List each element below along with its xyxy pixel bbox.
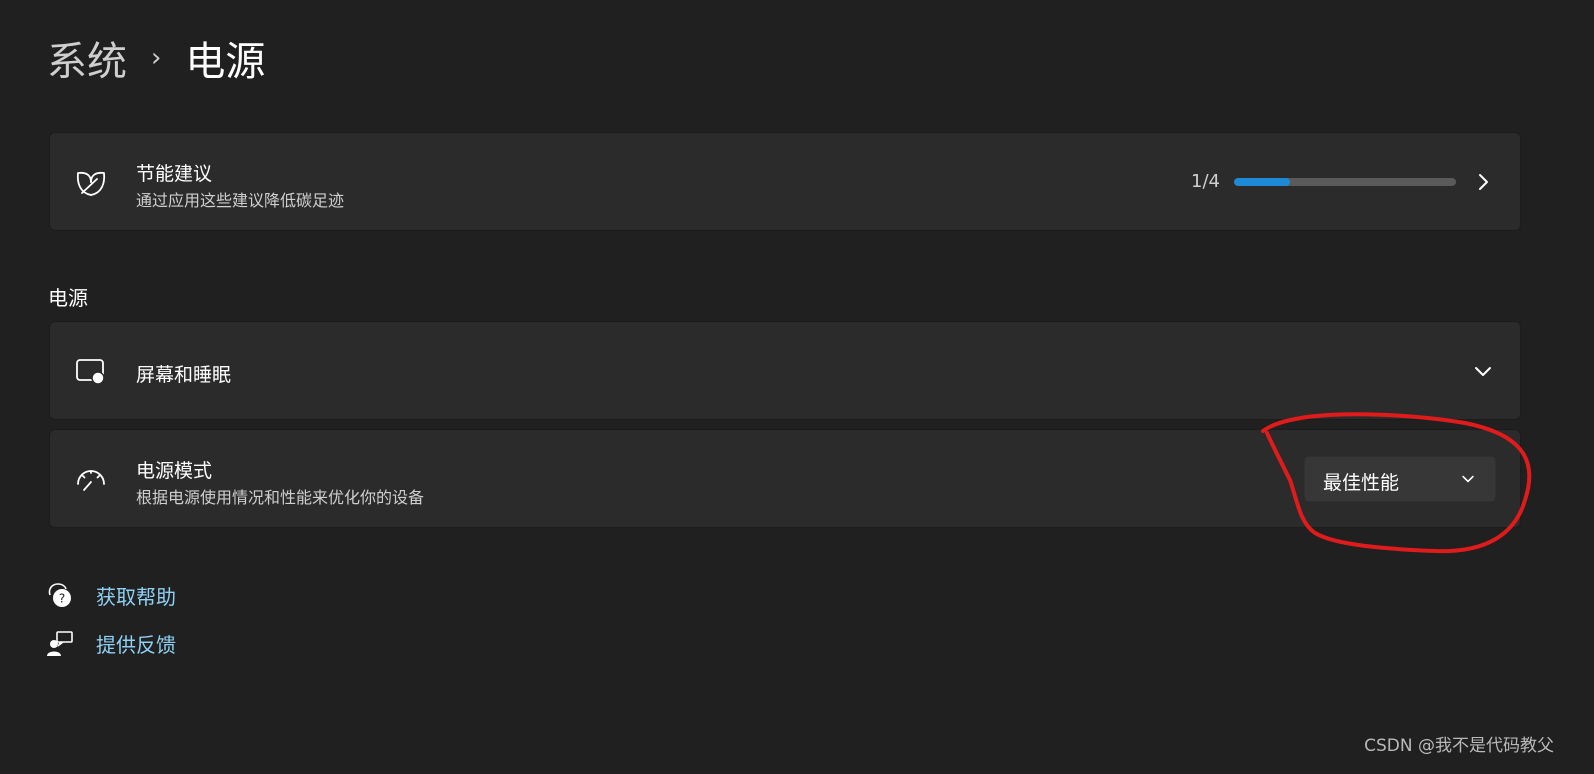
power-section-heading: 电源	[48, 286, 88, 310]
power-mode-dropdown[interactable]: 最佳性能	[1304, 456, 1496, 502]
chevron-down-icon[interactable]	[1472, 360, 1494, 382]
energy-card-subtitle: 通过应用这些建议降低碳足迹	[136, 191, 345, 210]
chevron-down-icon	[1462, 475, 1474, 483]
give-feedback-link[interactable]: 提供反馈	[46, 626, 176, 660]
breadcrumb-separator: ›	[151, 43, 162, 73]
get-help-label: 获取帮助	[96, 584, 176, 609]
power-mode-title: 电源模式	[136, 460, 213, 482]
power-mode-card: 电源模式 根据电源使用情况和性能来优化你的设备 最佳性能	[49, 429, 1521, 528]
svg-text:?: ?	[59, 592, 65, 606]
breadcrumb-system[interactable]: 系统	[47, 29, 127, 87]
screen-sleep-card[interactable]: 屏幕和睡眠	[49, 321, 1521, 420]
feedback-icon	[47, 631, 73, 656]
help-chat-icon: ?	[48, 583, 71, 607]
watermark: CSDN @我不是代码教父	[1364, 736, 1554, 756]
progress-bar-fill	[1234, 178, 1290, 186]
progress-bar	[1234, 178, 1456, 186]
speedometer-icon	[77, 470, 105, 491]
energy-card-title: 节能建议	[136, 163, 213, 185]
give-feedback-label: 提供反馈	[96, 632, 176, 657]
power-mode-subtitle: 根据电源使用情况和性能来优化你的设备	[136, 488, 425, 507]
power-mode-selected: 最佳性能	[1323, 472, 1400, 494]
energy-recommendations-card[interactable]: 节能建议 通过应用这些建议降低碳足迹 1/4	[49, 132, 1521, 231]
chevron-right-icon[interactable]	[1472, 171, 1494, 193]
get-help-link[interactable]: ? 获取帮助	[46, 578, 176, 612]
screen-sleep-title: 屏幕和睡眠	[136, 364, 232, 386]
page-title: 电源	[185, 39, 266, 85]
progress-count: 1/4	[1191, 171, 1220, 192]
leaf-icon	[76, 171, 106, 196]
breadcrumb: 系统 › 电源	[47, 30, 265, 86]
screen-sleep-icon	[76, 359, 105, 385]
